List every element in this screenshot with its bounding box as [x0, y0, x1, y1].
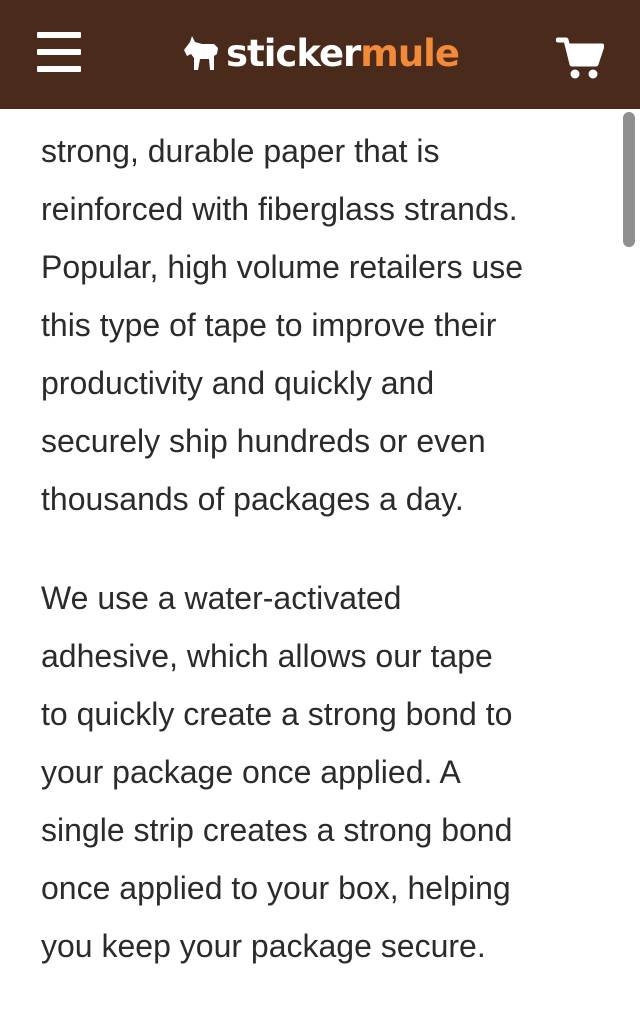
article-body: strong, durable paper that is reinforced… — [41, 122, 601, 1016]
hamburger-menu-icon[interactable] — [37, 32, 81, 72]
menu-bar — [37, 49, 81, 55]
article-paragraph: We use a water-activated adhesive, which… — [41, 580, 513, 964]
logo-text-sticker: sticker — [226, 31, 361, 75]
top-navigation-bar: sticker mule — [0, 0, 640, 109]
stickermule-logo[interactable]: sticker mule — [180, 28, 460, 78]
cart-icon-graphic — [555, 37, 605, 79]
mule-icon — [184, 36, 218, 70]
menu-bar — [37, 66, 81, 72]
article-paragraph: strong, durable paper that is reinforced… — [41, 133, 524, 517]
shopping-cart-icon[interactable] — [555, 36, 605, 80]
scrollbar-thumb[interactable] — [623, 112, 635, 247]
menu-bar — [37, 32, 81, 38]
logo-text-mule: mule — [360, 31, 460, 75]
